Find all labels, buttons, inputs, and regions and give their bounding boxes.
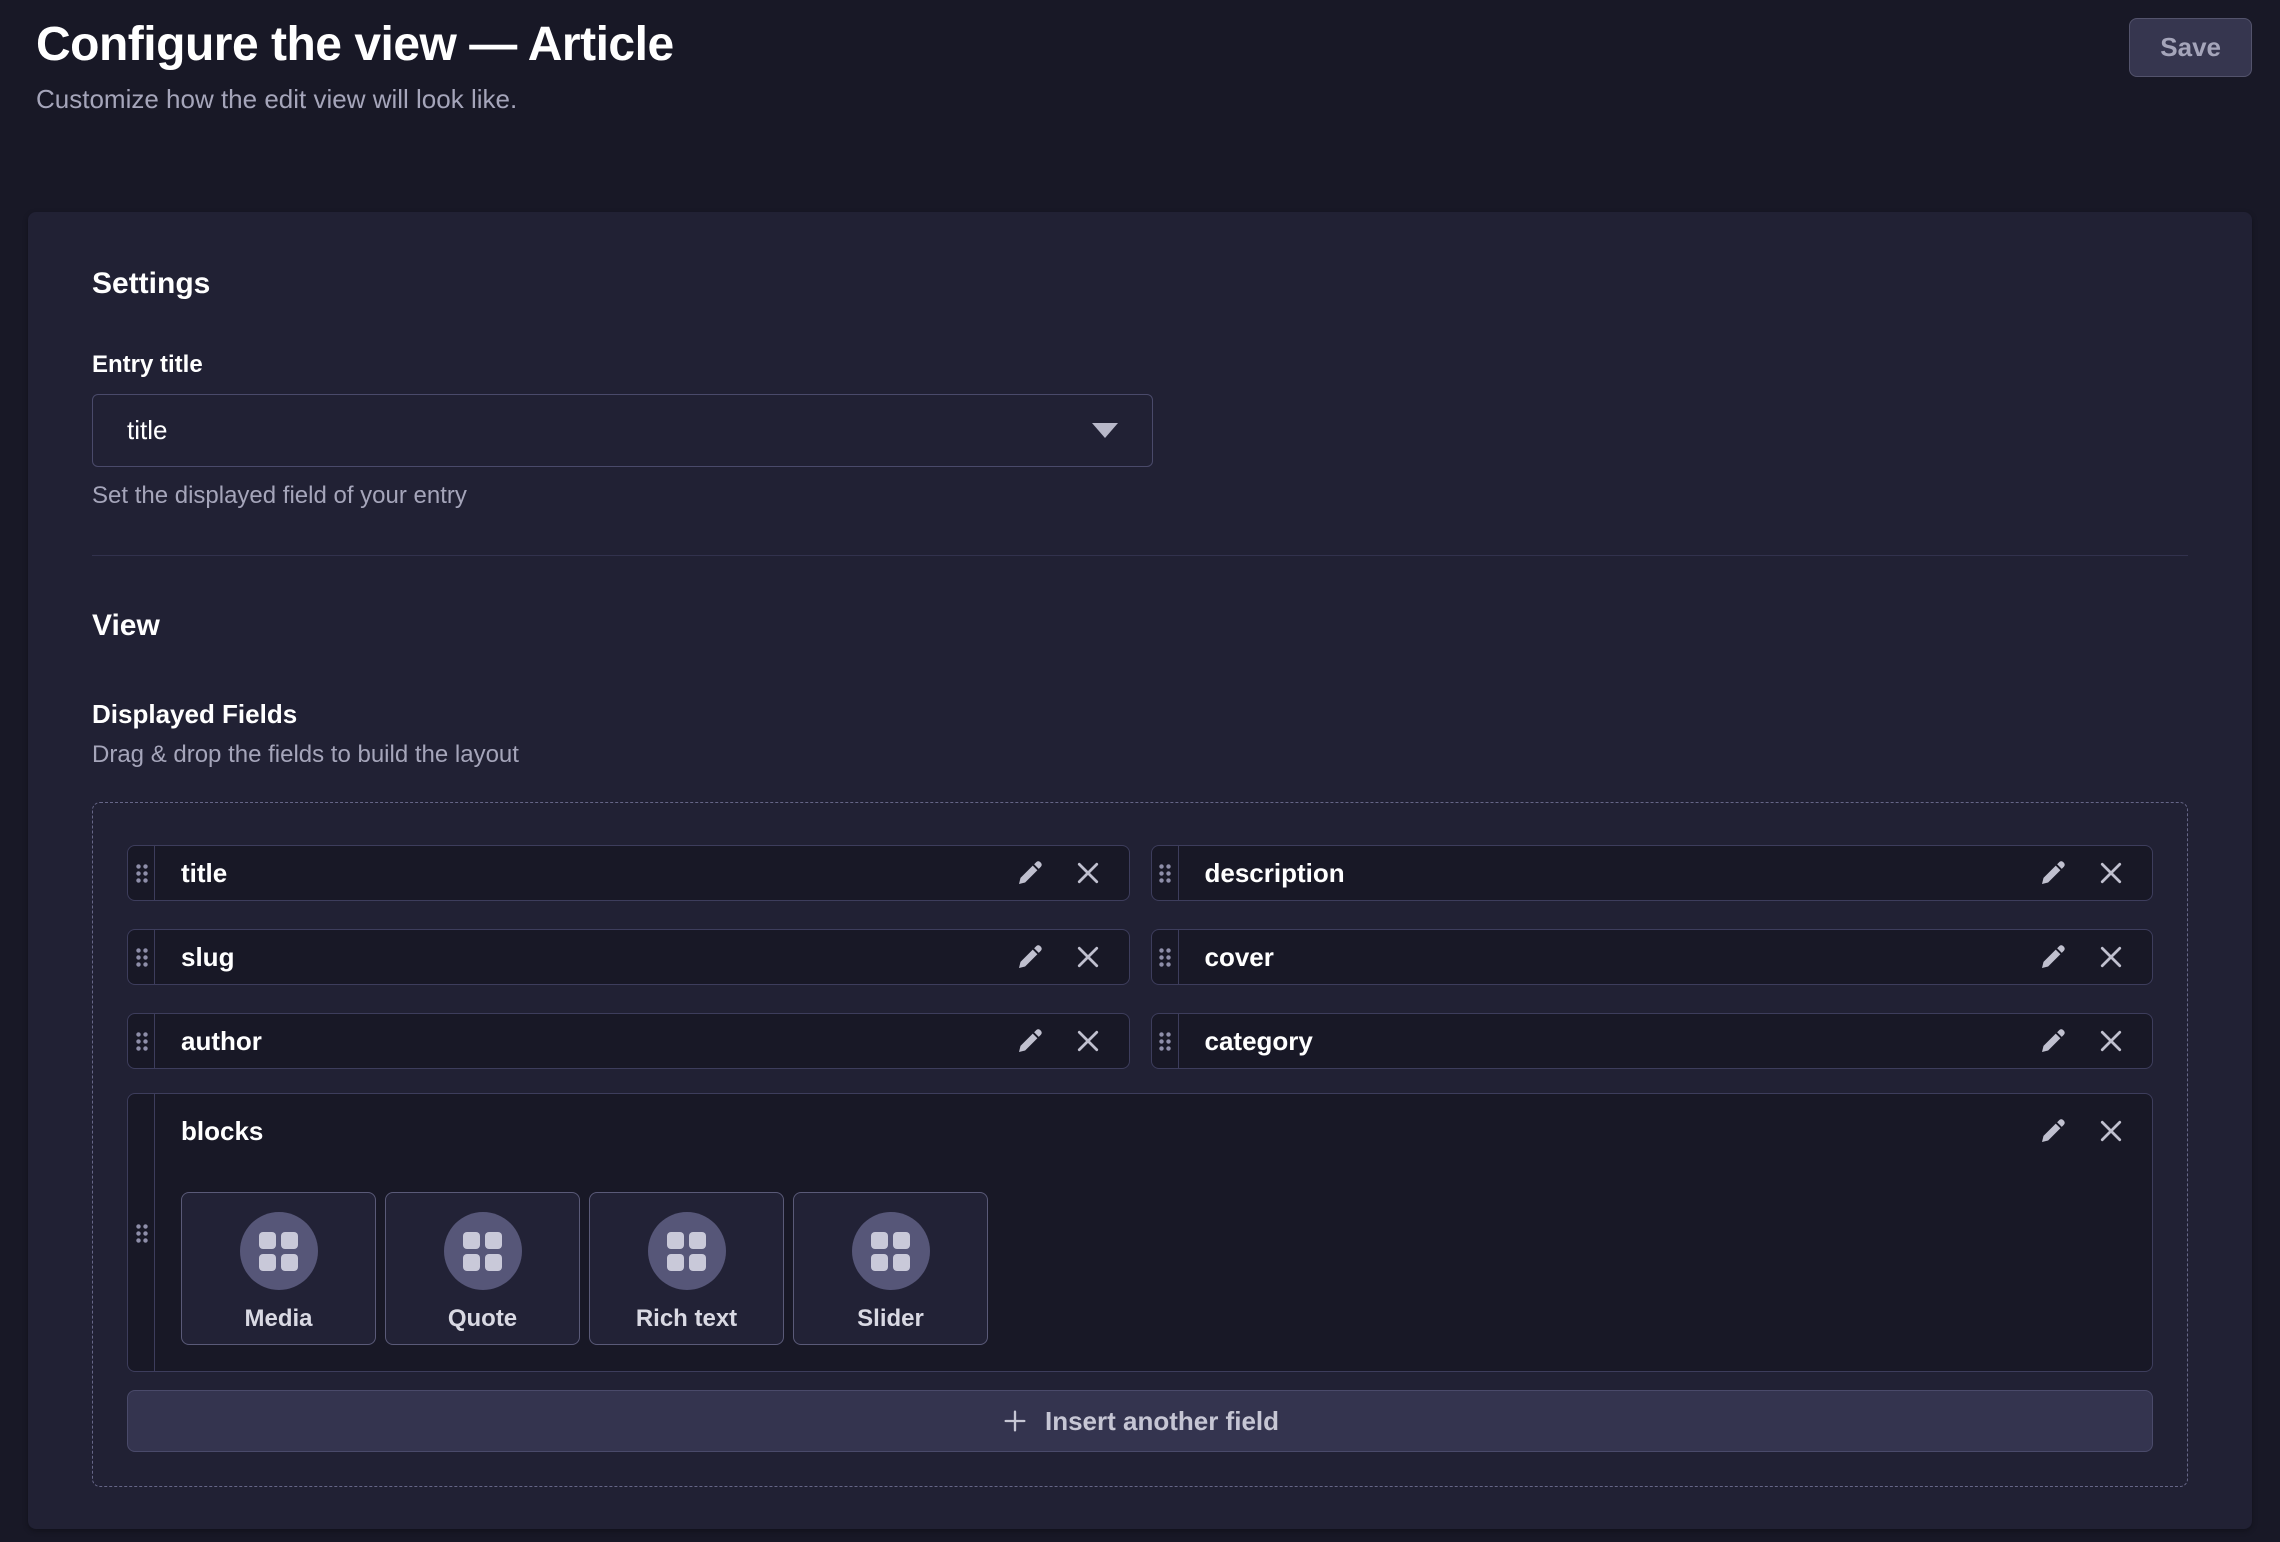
pencil-icon: [2038, 1116, 2068, 1146]
settings-heading: Settings: [92, 266, 2188, 302]
drag-handle-icon[interactable]: [1152, 846, 1179, 900]
view-heading: View: [92, 608, 2188, 644]
grip-dots-icon: [135, 1031, 148, 1051]
drag-handle-icon[interactable]: [1152, 1014, 1179, 1068]
close-icon: [1073, 942, 1103, 972]
fields-grid: title description slug: [127, 845, 2153, 1069]
page-header: Configure the view — Article Customize h…: [0, 0, 2280, 116]
close-icon: [2096, 1116, 2126, 1146]
pencil-icon: [1015, 942, 1045, 972]
component-label: Quote: [448, 1305, 517, 1333]
drag-handle-icon[interactable]: [128, 846, 155, 900]
entry-title-select-value: title: [127, 415, 167, 446]
component-grid-icon: [667, 1232, 706, 1271]
close-icon: [1073, 858, 1103, 888]
edit-field-button[interactable]: [1013, 940, 1047, 974]
grip-dots-icon: [1158, 947, 1171, 967]
field-label: title: [181, 858, 1013, 889]
drag-handle-icon[interactable]: [128, 1014, 155, 1068]
field-box-category[interactable]: category: [1151, 1013, 2154, 1069]
close-icon: [1073, 1026, 1103, 1056]
field-box-author[interactable]: author: [127, 1013, 1130, 1069]
displayed-fields-label: Displayed Fields: [92, 698, 2188, 730]
settings-section: Settings Entry title title Set the displ…: [92, 266, 2188, 511]
remove-field-button[interactable]: [2094, 940, 2128, 974]
insert-another-field-button[interactable]: Insert another field: [127, 1390, 2153, 1452]
field-box-description[interactable]: description: [1151, 845, 2154, 901]
remove-field-button[interactable]: [1071, 856, 1105, 890]
field-box-slug[interactable]: slug: [127, 929, 1130, 985]
grip-dots-icon: [1158, 863, 1171, 883]
plus-icon: [1001, 1407, 1029, 1435]
remove-field-button[interactable]: [2094, 1024, 2128, 1058]
pencil-icon: [1015, 1026, 1045, 1056]
entry-title-hint: Set the displayed field of your entry: [92, 481, 2188, 511]
pencil-icon: [2038, 858, 2068, 888]
caret-down-icon: [1092, 423, 1118, 438]
remove-field-button[interactable]: [1071, 1024, 1105, 1058]
component-circle: [240, 1212, 318, 1290]
page-title: Configure the view — Article: [36, 16, 2252, 74]
edit-field-button[interactable]: [2036, 1024, 2070, 1058]
components-row: Media Quote Rich text: [181, 1192, 2126, 1345]
field-label: author: [181, 1026, 1013, 1057]
pencil-icon: [2038, 942, 2068, 972]
grip-dots-icon: [135, 1223, 148, 1243]
field-label: category: [1205, 1026, 2037, 1057]
drag-handle-icon[interactable]: [128, 930, 155, 984]
view-section: View Displayed Fields Drag & drop the fi…: [92, 608, 2188, 1487]
edit-field-button[interactable]: [1013, 1024, 1047, 1058]
grip-dots-icon: [135, 863, 148, 883]
close-icon: [2096, 942, 2126, 972]
component-card-media[interactable]: Media: [181, 1192, 376, 1345]
page-subtitle: Customize how the edit view will look li…: [36, 82, 2252, 116]
remove-field-button[interactable]: [1071, 940, 1105, 974]
field-label: cover: [1205, 942, 2037, 973]
component-card-slider[interactable]: Slider: [793, 1192, 988, 1345]
section-divider: [92, 555, 2188, 556]
edit-field-button[interactable]: [2036, 856, 2070, 890]
drag-handle-icon[interactable]: [1152, 930, 1179, 984]
blocks-content: blocks Media: [155, 1094, 2152, 1371]
edit-field-button[interactable]: [1013, 856, 1047, 890]
pencil-icon: [1015, 858, 1045, 888]
component-circle: [648, 1212, 726, 1290]
edit-field-button[interactable]: [2036, 940, 2070, 974]
close-icon: [2096, 858, 2126, 888]
component-label: Media: [244, 1305, 312, 1333]
component-label: Slider: [857, 1305, 924, 1333]
entry-title-label: Entry title: [92, 350, 2188, 380]
component-grid-icon: [259, 1232, 298, 1271]
component-circle: [444, 1212, 522, 1290]
grip-dots-icon: [1158, 1031, 1171, 1051]
component-grid-icon: [871, 1232, 910, 1271]
component-card-quote[interactable]: Quote: [385, 1192, 580, 1345]
component-card-rich-text[interactable]: Rich text: [589, 1192, 784, 1345]
field-box-cover[interactable]: cover: [1151, 929, 2154, 985]
field-label: description: [1205, 858, 2037, 889]
drag-handle-icon[interactable]: [128, 1094, 155, 1371]
fields-dropzone[interactable]: title description slug: [92, 802, 2188, 1487]
grip-dots-icon: [135, 947, 148, 967]
component-label: Rich text: [636, 1305, 737, 1333]
field-box-title[interactable]: title: [127, 845, 1130, 901]
save-button[interactable]: Save: [2129, 18, 2252, 77]
component-grid-icon: [463, 1232, 502, 1271]
pencil-icon: [2038, 1026, 2068, 1056]
edit-field-button[interactable]: [2036, 1114, 2070, 1148]
remove-field-button[interactable]: [2094, 1114, 2128, 1148]
field-label: blocks: [181, 1116, 2036, 1147]
close-icon: [2096, 1026, 2126, 1056]
configuration-card: Settings Entry title title Set the displ…: [28, 212, 2252, 1529]
entry-title-field: Entry title title Set the displayed fiel…: [92, 350, 2188, 511]
insert-another-field-label: Insert another field: [1045, 1406, 1279, 1437]
blocks-header: blocks: [155, 1114, 2152, 1148]
displayed-fields-hint: Drag & drop the fields to build the layo…: [92, 740, 2188, 770]
entry-title-select[interactable]: title: [92, 394, 1153, 467]
remove-field-button[interactable]: [2094, 856, 2128, 890]
component-circle: [852, 1212, 930, 1290]
field-box-blocks[interactable]: blocks Media: [127, 1093, 2153, 1372]
field-label: slug: [181, 942, 1013, 973]
